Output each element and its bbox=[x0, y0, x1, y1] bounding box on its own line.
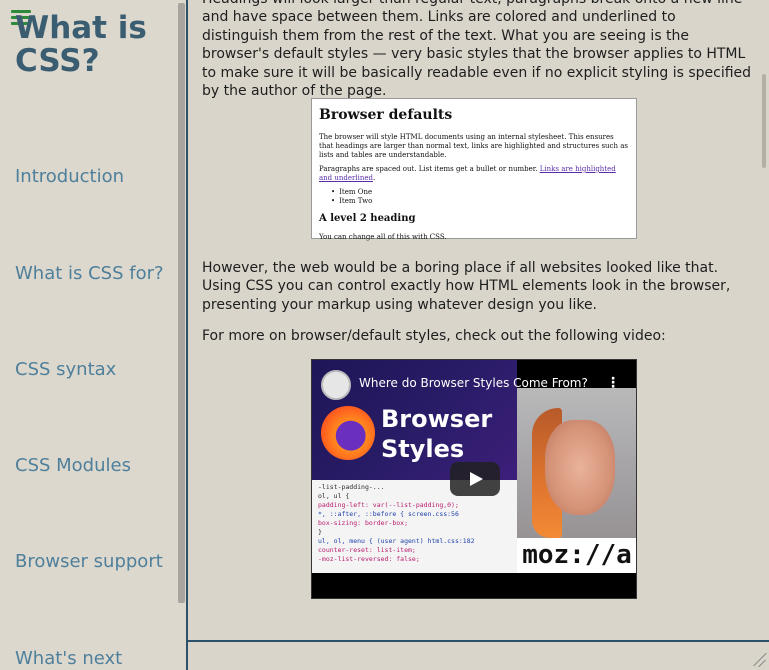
more-paragraph: For more on browser/default styles, chec… bbox=[202, 328, 666, 344]
example-heading-2: A level 2 heading bbox=[319, 213, 416, 224]
video-embed[interactable]: Browser Styles -list-padding-... ol, ul … bbox=[311, 359, 637, 599]
thumbnail-line-1: Browser bbox=[381, 405, 493, 433]
code-line: -moz-list-reversed: false; bbox=[318, 555, 420, 563]
sidebar: What is CSS? Introduction What is CSS fo… bbox=[0, 0, 186, 670]
example-heading: Browser defaults bbox=[319, 107, 453, 123]
main-scrollbar[interactable] bbox=[762, 74, 766, 168]
video-title[interactable]: Where do Browser Styles Come From? bbox=[359, 376, 588, 390]
code-line: padding-left: var(--list-padding,0); bbox=[318, 501, 459, 509]
video-title-bar: Where do Browser Styles Come From? ⋮ bbox=[312, 360, 636, 406]
example-list: Item One Item Two bbox=[331, 188, 629, 206]
resize-handle-icon[interactable] bbox=[749, 650, 767, 668]
however-paragraph: However, the web would be a boring place… bbox=[202, 260, 731, 313]
play-button[interactable] bbox=[450, 462, 500, 496]
example-paragraph-2-text: Paragraphs are spaced out. List items ge… bbox=[319, 165, 538, 173]
code-line: *, ::after, ::before { screen.css:56 bbox=[318, 510, 459, 518]
sidebar-title: What is CSS? bbox=[15, 10, 147, 79]
browser-defaults-example: Browser defaults The browser will style … bbox=[311, 98, 637, 241]
horizontal-rule bbox=[188, 640, 769, 642]
example-list-item: Item One bbox=[331, 188, 629, 197]
mozilla-logo: moz://a bbox=[517, 538, 636, 573]
code-line: counter-reset: list-item; bbox=[318, 546, 416, 554]
example-paragraph-2: Paragraphs are spaced out. List items ge… bbox=[319, 165, 616, 182]
nav-item-browser-support[interactable]: Browser support bbox=[15, 551, 163, 572]
example-list-item: Item Two bbox=[331, 197, 629, 206]
firefox-logo-icon bbox=[321, 406, 375, 460]
nav-item-what-is-css-for[interactable]: What is CSS for? bbox=[15, 263, 164, 284]
code-line: ul, ol, menu { (user agent) html.css:182 bbox=[318, 537, 475, 545]
intro-paragraph: Headings will look larger than regular t… bbox=[202, 0, 752, 100]
sidebar-scrollbar[interactable] bbox=[178, 3, 185, 603]
code-line: } bbox=[318, 528, 322, 536]
nav-item-css-syntax[interactable]: CSS syntax bbox=[15, 359, 116, 380]
channel-avatar[interactable] bbox=[321, 370, 351, 400]
example-paragraph-3: You can change all of this with CSS. bbox=[319, 233, 447, 241]
nav-item-whats-next[interactable]: What's next bbox=[15, 648, 122, 669]
nav-item-introduction[interactable]: Introduction bbox=[15, 166, 124, 187]
thumbnail-line-2: Styles bbox=[381, 435, 465, 463]
presenter-face bbox=[545, 420, 615, 515]
more-options-icon[interactable]: ⋮ bbox=[606, 375, 620, 391]
thumbnail-heading: Browser Styles bbox=[381, 404, 492, 464]
code-line: box-sizing: border-box; bbox=[318, 519, 409, 527]
main-content: Headings will look larger than regular t… bbox=[188, 0, 769, 670]
example-paragraph-1: The browser will style HTML documents us… bbox=[319, 133, 628, 159]
nav-item-css-modules[interactable]: CSS Modules bbox=[15, 455, 131, 476]
video-bottom-bar bbox=[312, 573, 636, 598]
